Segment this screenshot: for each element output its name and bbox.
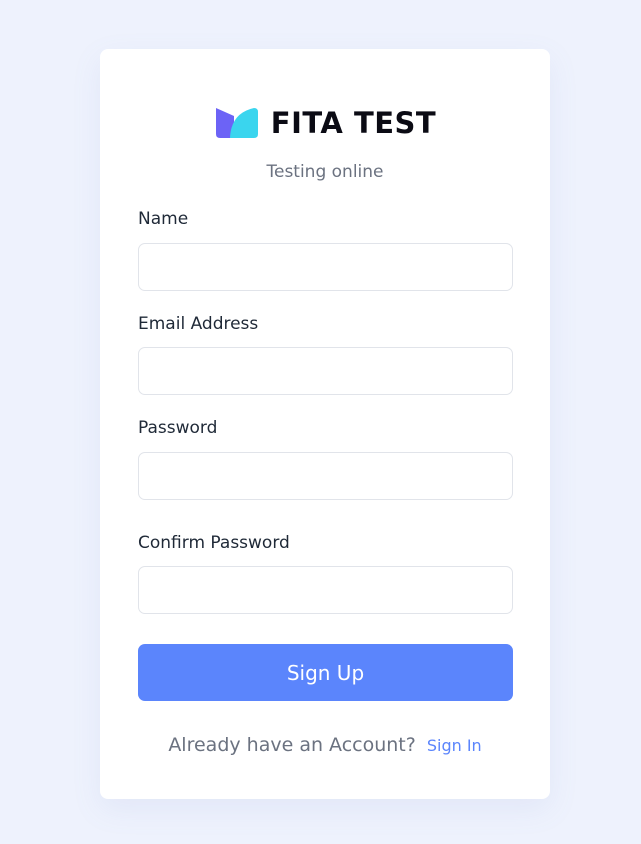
confirm-password-field[interactable]: [138, 566, 513, 614]
signup-card: FITA TEST Testing online Name Email Addr…: [100, 49, 550, 799]
brand-header: FITA TEST: [100, 106, 550, 140]
signin-prompt: Already have an Account? Sign In: [100, 734, 550, 756]
name-label: Name: [138, 209, 189, 229]
brand-name: FITA TEST: [270, 106, 437, 140]
sign-up-button[interactable]: Sign Up: [138, 644, 513, 701]
account-prompt-text: Already have an Account?: [168, 734, 416, 756]
tagline: Testing online: [266, 162, 384, 182]
email-field[interactable]: [138, 347, 513, 395]
email-label: Email Address: [138, 314, 259, 334]
password-field[interactable]: [138, 452, 513, 500]
password-label: Password: [138, 418, 218, 438]
name-field[interactable]: [138, 243, 513, 291]
sign-in-link[interactable]: Sign In: [427, 736, 482, 755]
book-icon: [215, 108, 258, 138]
confirm-password-label: Confirm Password: [138, 533, 290, 553]
